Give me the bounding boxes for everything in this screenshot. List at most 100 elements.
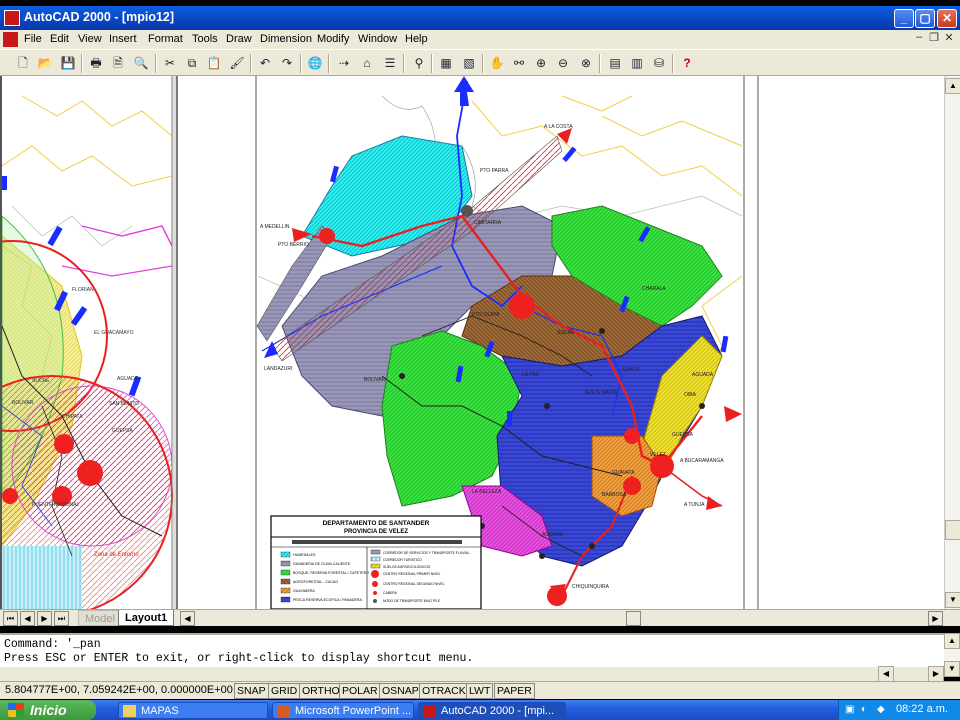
label-chipata: CHIPATA — [62, 414, 83, 420]
scroll-thumb[interactable] — [945, 520, 960, 540]
zoom-previous-icon[interactable]: ⊖ — [553, 54, 573, 73]
new-file-icon[interactable]: 🗋 — [13, 54, 33, 73]
named-views-icon[interactable]: ▦ — [436, 54, 456, 73]
grid-toggle[interactable]: GRID — [268, 683, 301, 699]
legend-item: PESCA RESERVA ECOFICA / PANADERA — [293, 598, 363, 602]
label-aguada: AGUADA — [117, 376, 139, 382]
toolbar-separator — [599, 54, 601, 73]
osnap-toggle[interactable]: OSNAP — [379, 683, 422, 699]
tray-app-icon[interactable]: ◆ — [877, 704, 889, 716]
save-icon[interactable]: 💾 — [58, 54, 78, 73]
command-hscrollbar[interactable]: ◀ ▶ — [0, 666, 944, 682]
command-window[interactable]: Command: '_pan Press ESC or ENTER to exi… — [0, 633, 944, 667]
zoom-extents-icon[interactable]: ⊗ — [576, 54, 596, 73]
tracking-icon[interactable]: ⇢ — [334, 54, 354, 73]
cmd-scroll-down-icon[interactable]: ▼ — [944, 661, 960, 677]
paper-toggle[interactable]: PAPER — [494, 683, 535, 699]
network-icon[interactable]: ▣ — [845, 704, 857, 716]
command-scrollbar[interactable]: ▲ ▼ — [944, 633, 960, 677]
tab-layout1[interactable]: Layout1 — [118, 610, 175, 626]
zoom-realtime-icon[interactable]: ⚯ — [509, 54, 529, 73]
vertical-scrollbar[interactable]: ▲ ▼ — [944, 76, 960, 609]
menu-insert[interactable]: Insert — [109, 33, 137, 45]
database-icon[interactable]: ⛁ — [649, 54, 669, 73]
ucs-icon[interactable]: ☰ — [380, 54, 400, 73]
doc-minimize-icon[interactable]: – — [912, 31, 926, 46]
last-tab-icon[interactable]: ⏭ — [54, 611, 69, 626]
find-icon[interactable]: 🔍 — [131, 54, 151, 73]
lwt-toggle[interactable]: LWT — [466, 683, 494, 699]
menu-draw[interactable]: Draw — [226, 33, 252, 45]
hscroll-thumb[interactable] — [626, 611, 641, 626]
print-icon[interactable]: 🖶 — [86, 54, 106, 73]
menu-window[interactable]: Window — [358, 33, 397, 45]
close-button[interactable]: ✕ — [937, 9, 957, 28]
snap-toggle[interactable]: SNAP — [234, 683, 269, 699]
paste-icon[interactable]: 📋 — [204, 54, 224, 73]
menu-dimension[interactable]: Dimension — [260, 33, 312, 45]
prev-tab-icon[interactable]: ◀ — [20, 611, 35, 626]
hscroll-right-icon[interactable]: ▶ — [928, 611, 943, 626]
volume-icon[interactable]: ◐ — [861, 704, 873, 716]
label-la-belleza: LA BELLEZA — [472, 489, 502, 495]
zoom-window-icon[interactable]: ⊕ — [531, 54, 551, 73]
copy-icon[interactable]: ⧉ — [182, 54, 202, 73]
cmd-hscroll-left-icon[interactable]: ◀ — [878, 666, 894, 682]
menu-tools[interactable]: Tools — [192, 33, 218, 45]
distance-icon[interactable]: ⚲ — [409, 54, 429, 73]
title-bar[interactable]: AutoCAD 2000 - [mpio12] _ ▢ ✕ — [0, 6, 960, 30]
help-icon[interactable]: ? — [677, 54, 697, 73]
cmd-scroll-up-icon[interactable]: ▲ — [944, 633, 960, 649]
task-mapas[interactable]: MAPAS — [118, 702, 268, 719]
standard-toolbar: 🗋 📂 💾 🖶 🗎 🔍 ✂ ⧉ 📋 🖌 ↶ ↷ 🌐 ⇢ ⌂ ☰ ⚲ ▦ ▧ ✋ … — [0, 49, 960, 76]
polar-toggle[interactable]: POLAR — [339, 683, 381, 699]
doc-restore-icon[interactable]: ❐ — [927, 31, 941, 46]
tab-model[interactable]: Model — [78, 610, 122, 626]
document-icon[interactable] — [3, 32, 18, 47]
task-powerpoint[interactable]: Microsoft PowerPoint ... — [272, 702, 414, 719]
autocad-icon — [423, 705, 436, 717]
toolbar-separator — [403, 54, 405, 73]
coordinate-readout[interactable]: 5.804777E+00, 7.059242E+00, 0.000000E+00 — [5, 684, 233, 696]
menu-edit[interactable]: Edit — [50, 33, 69, 45]
pan-realtime-icon[interactable]: ✋ — [487, 54, 507, 73]
undo-icon[interactable]: ↶ — [255, 54, 275, 73]
otrack-toggle[interactable]: OTRACK — [419, 683, 469, 699]
next-tab-icon[interactable]: ▶ — [37, 611, 52, 626]
scroll-up-arrow-icon[interactable]: ▲ — [945, 78, 960, 94]
first-tab-icon[interactable]: ⏮ — [3, 611, 18, 626]
doc-close-icon[interactable]: ✕ — [942, 31, 956, 46]
toolbar-separator — [250, 54, 252, 73]
open-folder-icon[interactable]: 📂 — [35, 54, 55, 73]
hscroll-left-icon[interactable]: ◀ — [180, 611, 195, 626]
autocad-app-icon[interactable] — [4, 10, 20, 26]
cmd-hscroll-right-icon[interactable]: ▶ — [928, 666, 944, 682]
label-sucre: SUCRE — [557, 330, 575, 336]
hyperlink-icon[interactable]: 🌐 — [305, 54, 325, 73]
menu-help[interactable]: Help — [405, 33, 428, 45]
menu-format[interactable]: Format — [148, 33, 183, 45]
drawing-canvas[interactable]: FLORIAN EL GUACAMAYO AGUADA CHIPATA GUEP… — [0, 76, 944, 617]
snap-icon[interactable]: ⌂ — [357, 54, 377, 73]
print-preview-icon[interactable]: 🗎 — [108, 54, 128, 73]
menu-file[interactable]: File — [24, 33, 42, 45]
task-label: MAPAS — [141, 705, 179, 717]
redo-icon[interactable]: ↷ — [277, 54, 297, 73]
scroll-down-arrow-icon[interactable]: ▼ — [945, 592, 960, 608]
design-center-icon[interactable]: ▥ — [627, 54, 647, 73]
start-button[interactable]: Inicio — [0, 700, 96, 720]
cut-icon[interactable]: ✂ — [160, 54, 180, 73]
properties-icon[interactable]: ▤ — [605, 54, 625, 73]
maximize-button[interactable]: ▢ — [915, 9, 935, 28]
task-autocad[interactable]: AutoCAD 2000 - [mpi... — [418, 702, 566, 719]
minimize-button[interactable]: _ — [894, 9, 914, 28]
legend-title: DEPARTAMENTO DE SANTANDER — [323, 520, 430, 527]
menu-modify[interactable]: Modify — [317, 33, 349, 45]
layout-tab-bar: ⏮ ◀ ▶ ⏭ Model Layout1 ◀ ▶ — [0, 609, 960, 626]
tiled-viewports-icon[interactable]: ▧ — [459, 54, 479, 73]
ortho-toggle[interactable]: ORTHO — [299, 683, 343, 699]
system-tray: ▣ ◐ ◆ 08:22 a.m. — [838, 700, 960, 720]
menu-view[interactable]: View — [78, 33, 102, 45]
label-barbosa: BARBOSA — [602, 492, 627, 498]
match-properties-icon[interactable]: 🖌 — [227, 54, 247, 73]
